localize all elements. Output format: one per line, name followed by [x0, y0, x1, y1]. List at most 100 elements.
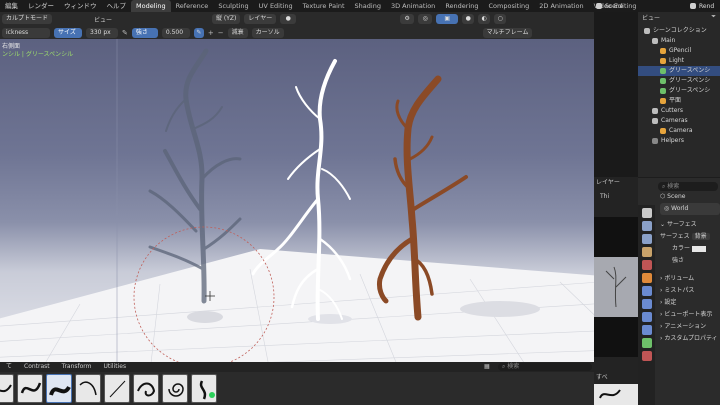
- layer-preview: [594, 217, 638, 357]
- outliner-item-label: Light: [669, 57, 684, 64]
- color-swatch[interactable]: [691, 245, 706, 252]
- outliner-item-icon: [660, 57, 666, 64]
- shading-material-icon[interactable]: ◐: [478, 14, 491, 24]
- workspace-tab-modeling[interactable]: Modeling: [131, 0, 171, 12]
- workspace-tab-compositing[interactable]: Compositing: [484, 0, 535, 12]
- layer-dropdown[interactable]: レイヤー: [244, 14, 277, 24]
- gizmo-toggle-icon[interactable]: ◎: [418, 14, 433, 24]
- size-field[interactable]: 330 px: [86, 27, 118, 38]
- workspace-tab-3d-animation[interactable]: 3D Animation: [386, 0, 440, 12]
- menu-help[interactable]: ヘルプ: [102, 0, 132, 12]
- timeline-area[interactable]: [594, 12, 638, 177]
- properties-search[interactable]: ⌕ 検索: [638, 181, 720, 191]
- outliner-header: ビュー ⏷: [638, 12, 720, 22]
- brush-thumb-2[interactable]: [46, 374, 72, 403]
- workspace-tab-sculpting[interactable]: Sculpting: [213, 0, 253, 12]
- workspace-tab-rendering[interactable]: Rendering: [440, 0, 483, 12]
- properties-world-label: World: [671, 205, 689, 212]
- multiframe-toggle[interactable]: マルチフレーム: [482, 27, 533, 38]
- menu-edit[interactable]: 編集: [0, 0, 23, 12]
- outliner-item[interactable]: Helpers: [638, 136, 720, 146]
- outliner-item[interactable]: グリースペンシ: [638, 86, 720, 96]
- filter-icon[interactable]: ⏷: [711, 13, 716, 21]
- outliner-item[interactable]: GPencil: [638, 46, 720, 56]
- brush-tab-utilities[interactable]: Utilities: [98, 362, 133, 372]
- 3d-viewport[interactable]: 右側面 ンシル | グリースペンシル: [0, 39, 594, 372]
- brush-tab-transform[interactable]: Transform: [56, 362, 98, 372]
- add-icon[interactable]: +: [208, 29, 214, 37]
- properties-scene-row[interactable]: ⬡ Scene: [638, 191, 720, 203]
- xray-toggle-icon[interactable]: ▣: [436, 14, 459, 24]
- sub-panel-label: すべ: [596, 374, 608, 381]
- data-tab-icon[interactable]: [641, 338, 652, 348]
- workspace-tab-reference[interactable]: Reference: [171, 0, 214, 12]
- view-toggle-icon[interactable]: ▦: [484, 363, 490, 370]
- render-tab-icon[interactable]: [641, 221, 652, 231]
- outliner-item[interactable]: Camera: [638, 126, 720, 136]
- falloff-dropdown[interactable]: 減衰: [227, 27, 248, 38]
- brush-thumb-4[interactable]: [104, 374, 130, 403]
- brush-thumb-6[interactable]: [162, 374, 188, 403]
- material-tab-icon[interactable]: [641, 351, 652, 361]
- brush-thumb-7[interactable]: [191, 374, 217, 403]
- world-tab-icon[interactable]: [641, 260, 652, 270]
- workspace-tab-uv-editing[interactable]: UV Editing: [254, 0, 298, 12]
- world-selector[interactable]: ◎ World: [660, 203, 720, 215]
- outliner-item[interactable]: グリースペンシ: [638, 66, 720, 76]
- render-layer-selector[interactable]: Rend: [690, 1, 714, 11]
- view-name-text: 右側面: [2, 43, 21, 50]
- brush-tab-contrast[interactable]: Contrast: [18, 362, 56, 372]
- brush-thumb-3[interactable]: [75, 374, 101, 403]
- outliner-item[interactable]: Light: [638, 56, 720, 66]
- point-dropdown[interactable]: ●: [280, 14, 297, 24]
- scene-tab-icon[interactable]: [641, 247, 652, 257]
- scene-selector[interactable]: Scene: [596, 1, 623, 11]
- axis-dropdown[interactable]: 縦 (YZ): [212, 14, 241, 24]
- tool-tab-icon[interactable]: [641, 208, 652, 218]
- thickness-label: Thi: [600, 193, 610, 200]
- brush-thumb-1[interactable]: [17, 374, 43, 403]
- menu-window[interactable]: ウィンドウ: [59, 0, 102, 12]
- subtract-icon[interactable]: −: [218, 29, 224, 37]
- brush-search-input[interactable]: ⌕ 検索: [498, 363, 592, 371]
- outliner-item[interactable]: Cameras: [638, 116, 720, 126]
- viewport-info-text: 右側面 ンシル | グリースペンシル: [2, 43, 73, 59]
- surface-value[interactable]: 背景: [691, 233, 710, 240]
- view-menu[interactable]: ビュー: [94, 15, 112, 24]
- brush-tab-all[interactable]: て: [0, 362, 18, 372]
- workspace-tab-2d-animation[interactable]: 2D Animation: [534, 0, 588, 12]
- pen-pressure-icon[interactable]: ✎: [122, 29, 128, 37]
- outliner-item[interactable]: グリースペンシ: [638, 76, 720, 86]
- outliner-item[interactable]: Cutters: [638, 106, 720, 116]
- tree-shadow-left: [187, 311, 223, 323]
- properties-search-input[interactable]: ⌕ 検索: [658, 181, 718, 191]
- layer-panel-header: レイヤー: [596, 178, 636, 188]
- workspace-tab-texture-paint[interactable]: Texture Paint: [298, 0, 350, 12]
- strength-field[interactable]: 0.500: [161, 27, 190, 38]
- mode-dropdown[interactable]: カルプトモード: [2, 14, 52, 24]
- color-label: カラー: [672, 245, 691, 252]
- output-tab-icon[interactable]: [641, 234, 652, 244]
- workspace-tab-shading[interactable]: Shading: [350, 0, 386, 12]
- menu-render[interactable]: レンダー: [23, 0, 59, 12]
- brush-thumb-0[interactable]: [0, 374, 14, 403]
- size-label: サイズ: [54, 27, 82, 38]
- overlay-toggle-icon[interactable]: ⚙: [400, 14, 415, 24]
- outliner-item-icon: [652, 137, 658, 144]
- brush-name-field[interactable]: ickness: [2, 27, 50, 38]
- layer-panel-thickness: Thi: [600, 192, 636, 202]
- outliner-item[interactable]: 平面: [638, 96, 720, 106]
- shading-solid-icon[interactable]: ●: [462, 14, 475, 24]
- cursor-dropdown[interactable]: カーソル: [251, 27, 284, 38]
- outliner-item[interactable]: Main: [638, 36, 720, 46]
- modifier-tab-icon[interactable]: [641, 286, 652, 296]
- strength-pressure-icon[interactable]: ✎: [193, 27, 204, 38]
- outliner-item[interactable]: シーンコレクション: [638, 26, 720, 36]
- object-tab-icon[interactable]: [641, 273, 652, 283]
- shading-rendered-icon[interactable]: ○: [494, 14, 507, 24]
- physics-tab-icon[interactable]: [641, 312, 652, 322]
- constraints-tab-icon[interactable]: [641, 325, 652, 335]
- brush-preview-thumb[interactable]: [594, 384, 638, 405]
- brush-thumb-5[interactable]: [133, 374, 159, 403]
- effects-tab-icon[interactable]: [641, 299, 652, 309]
